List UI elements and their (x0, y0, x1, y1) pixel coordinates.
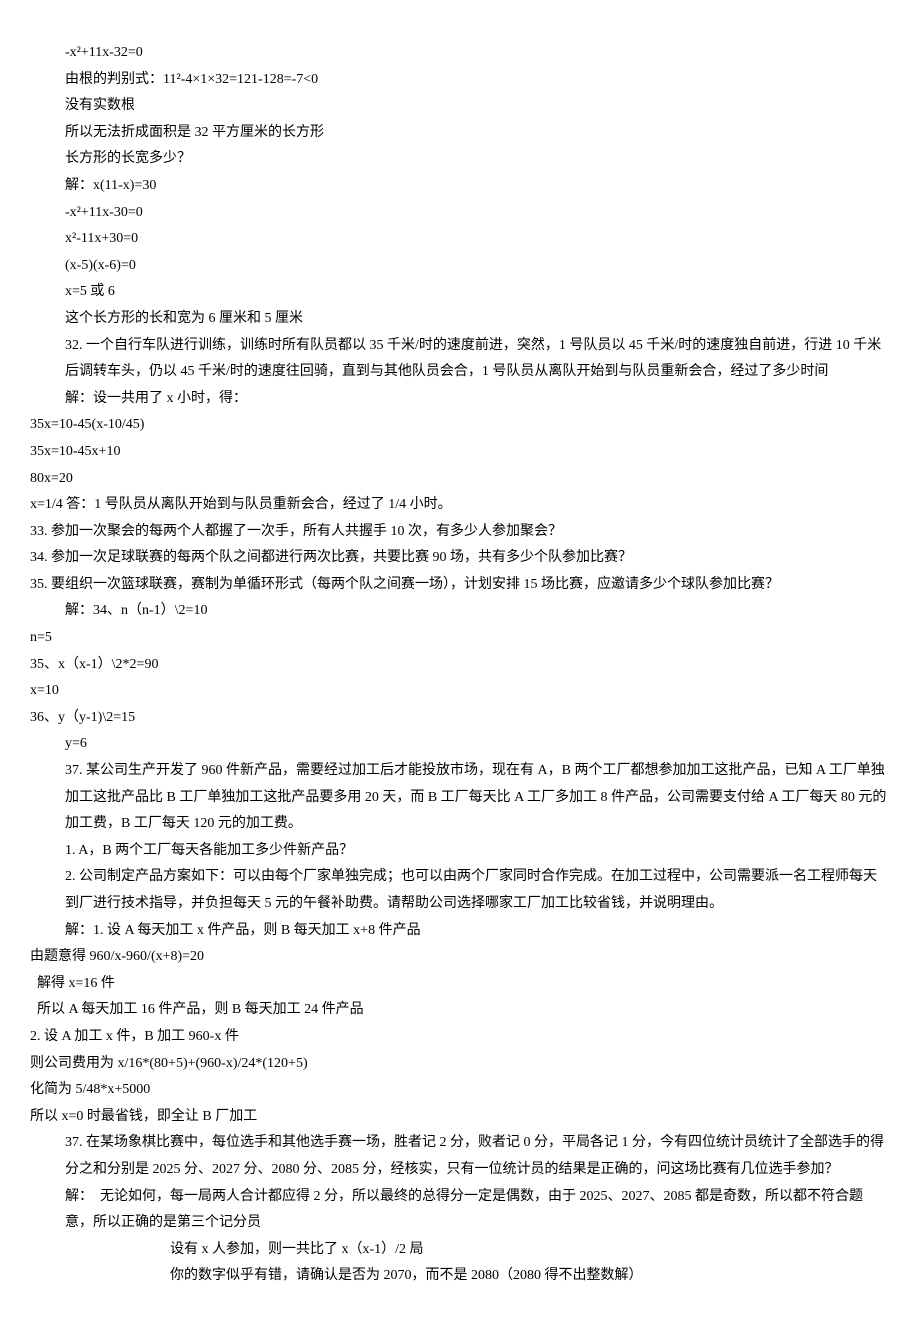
text-line: 34. 参加一次足球联赛的每两个队之间都进行两次比赛，共要比赛 90 场，共有多… (30, 545, 890, 572)
text-line: x=1/4 答：1 号队员从离队开始到与队员重新会合，经过了 1/4 小时。 (30, 492, 890, 519)
text-line: 由根的判别式：11²-4×1×32=121-128=-7<0 (30, 67, 890, 94)
text-line: 由题意得 960/x-960/(x+8)=20 (30, 944, 890, 971)
text-line: 所以无法折成面积是 32 平方厘米的长方形 (30, 120, 890, 147)
text-line: 35、x（x-1）\2*2=90 (30, 652, 890, 679)
text-line: 没有实数根 (30, 93, 890, 120)
text-line: y=6 (30, 731, 890, 758)
document-body: -x²+11x-32=0由根的判别式：11²-4×1×32=121-128=-7… (30, 40, 890, 1290)
text-line: (x-5)(x-6)=0 (30, 253, 890, 280)
text-line: x=5 或 6 (30, 279, 890, 306)
text-line: 设有 x 人参加，则一共比了 x（x-1）/2 局 (30, 1237, 890, 1264)
text-line: -x²+11x-32=0 (30, 40, 890, 67)
text-line: n=5 (30, 625, 890, 652)
text-line: 解：1. 设 A 每天加工 x 件产品，则 B 每天加工 x+8 件产品 (30, 918, 890, 945)
text-line: 2. 设 A 加工 x 件，B 加工 960-x 件 (30, 1024, 890, 1051)
text-line: x=10 (30, 678, 890, 705)
text-line: 解：x(11-x)=30 (30, 173, 890, 200)
text-line: 32. 一个自行车队进行训练，训练时所有队员都以 35 千米/时的速度前进，突然… (30, 333, 890, 386)
text-line: 35. 要组织一次篮球联赛，赛制为单循环形式（每两个队之间赛一场），计划安排 1… (30, 572, 890, 599)
text-line: 所以 A 每天加工 16 件产品，则 B 每天加工 24 件产品 (30, 997, 890, 1024)
text-line: 1. A，B 两个工厂每天各能加工多少件新产品？ (30, 838, 890, 865)
text-line: 解：设一共用了 x 小时，得： (30, 386, 890, 413)
text-line: 这个长方形的长和宽为 6 厘米和 5 厘米 (30, 306, 890, 333)
text-line: 36、y（y-1)\2=15 (30, 705, 890, 732)
text-line: 则公司费用为 x/16*(80+5)+(960-x)/24*(120+5) (30, 1051, 890, 1078)
text-line: 长方形的长宽多少？ (30, 146, 890, 173)
text-line: 33. 参加一次聚会的每两个人都握了一次手，所有人共握手 10 次，有多少人参加… (30, 519, 890, 546)
text-line: 35x=10-45(x-10/45) (30, 412, 890, 439)
text-line: x²-11x+30=0 (30, 226, 890, 253)
text-line: -x²+11x-30=0 (30, 200, 890, 227)
text-line: 解得 x=16 件 (30, 971, 890, 998)
text-line: 你的数字似乎有错，请确认是否为 2070，而不是 2080（2080 得不出整数… (30, 1263, 890, 1290)
text-line: 解：34、n（n-1）\2=10 (30, 598, 890, 625)
text-line: 2. 公司制定产品方案如下：可以由每个厂家单独完成；也可以由两个厂家同时合作完成… (30, 864, 890, 917)
text-line: 化简为 5/48*x+5000 (30, 1077, 890, 1104)
text-line: 35x=10-45x+10 (30, 439, 890, 466)
text-line: 80x=20 (30, 466, 890, 493)
text-line: 37. 在某场象棋比赛中，每位选手和其他选手赛一场，胜者记 2 分，败者记 0 … (30, 1130, 890, 1183)
text-line: 所以 x=0 时最省钱，即全让 B 厂加工 (30, 1104, 890, 1131)
text-line: 37. 某公司生产开发了 960 件新产品，需要经过加工后才能投放市场，现在有 … (30, 758, 890, 838)
text-line: 解： 无论如何，每一局两人合计都应得 2 分，所以最终的总得分一定是偶数，由于 … (30, 1184, 890, 1237)
